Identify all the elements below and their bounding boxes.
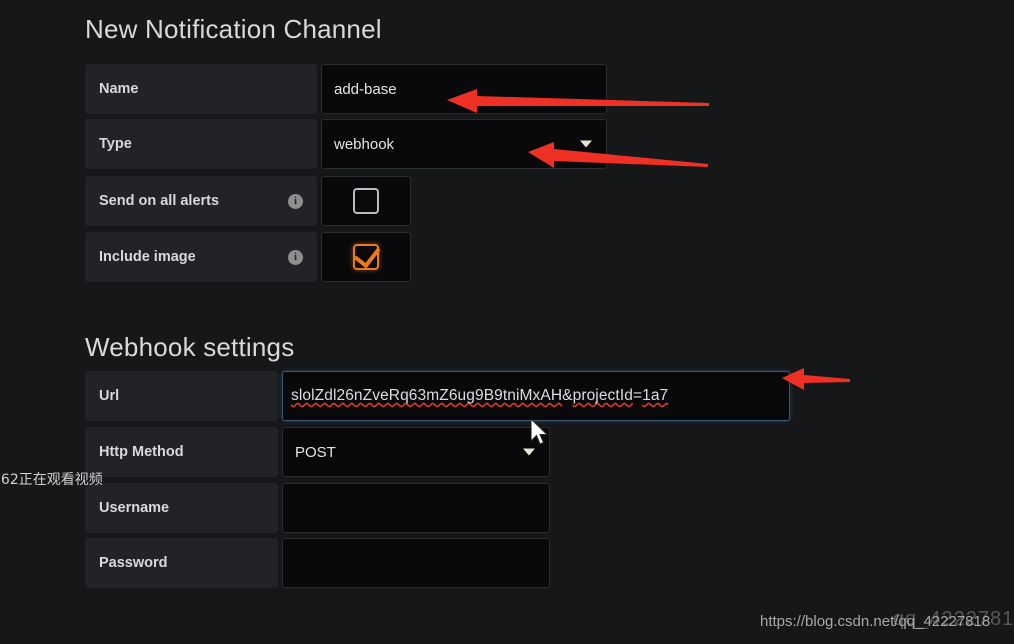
input-password[interactable]: [282, 538, 550, 588]
label-username: Username: [85, 483, 278, 533]
page-title: New Notification Channel: [85, 14, 382, 44]
input-username[interactable]: [282, 483, 550, 533]
url-segment: =: [632, 387, 643, 404]
select-type[interactable]: webhook: [321, 119, 607, 169]
label-include-image: Include image i: [85, 232, 317, 282]
label-http-method-text: Http Method: [99, 444, 184, 460]
url-segment: projectId: [572, 387, 633, 404]
mouse-pointer-icon: [531, 419, 549, 445]
info-icon-send-on-all-alerts[interactable]: i: [288, 193, 303, 209]
label-url-text: Url: [99, 388, 120, 404]
checkbox-cell-include-image[interactable]: [321, 232, 411, 282]
form-row-username: Username: [85, 483, 550, 533]
label-url: Url: [85, 371, 278, 421]
url-segment: slolZdl26nZveRq63mZ6ug9B9tniMxAH: [291, 387, 563, 404]
input-name[interactable]: add-base: [321, 64, 607, 114]
form-row-name: Name add-base: [85, 64, 607, 114]
viewer-count-overlay: 562正在观看视频: [0, 472, 103, 488]
checkbox-cell-send-on-all-alerts[interactable]: [321, 176, 411, 226]
info-icon-include-image[interactable]: i: [288, 249, 303, 265]
select-http-method-value: POST: [295, 443, 336, 461]
chevron-down-icon[interactable]: [523, 448, 535, 456]
label-type: Type: [85, 119, 317, 169]
label-send-on-all-alerts-text: Send on all alerts: [99, 193, 220, 209]
checkbox-unchecked-icon[interactable]: [353, 188, 379, 214]
label-username-text: Username: [99, 500, 170, 516]
url-segment: &: [562, 387, 573, 404]
checkbox-checked-icon[interactable]: [353, 240, 381, 270]
arrow-to-url-field: [782, 368, 850, 390]
label-name-text: Name: [99, 81, 139, 97]
label-password-text: Password: [99, 555, 168, 571]
label-include-image-text: Include image: [99, 249, 196, 265]
input-name-value: add-base: [334, 80, 397, 98]
form-row-include-image: Include image i: [85, 232, 411, 282]
input-url[interactable]: slolZdl26nZveRq63mZ6ug9B9tniMxAH&project…: [282, 371, 790, 421]
checkmark-icon: [353, 240, 381, 269]
app-background: New Notification Channel Name add-base T…: [0, 0, 1014, 644]
chevron-down-icon[interactable]: [580, 140, 592, 148]
watermark-url: https://blog.csdn.net/qq_42227818: [760, 613, 991, 630]
form-row-type: Type webhook: [85, 119, 607, 169]
label-name: Name: [85, 64, 317, 114]
input-url-value: slolZdl26nZveRq63mZ6ug9B9tniMxAH&project…: [291, 387, 668, 405]
label-type-text: Type: [99, 136, 132, 152]
section-title-webhook-settings: Webhook settings: [85, 332, 295, 362]
form-row-send-on-all-alerts: Send on all alerts i: [85, 176, 411, 226]
form-row-password: Password: [85, 538, 550, 588]
form-row-url: Url slolZdl26nZveRq63mZ6ug9B9tniMxAH&pro…: [85, 371, 790, 421]
select-type-value: webhook: [334, 135, 395, 153]
form-row-http-method: Http Method POST: [85, 427, 550, 477]
label-send-on-all-alerts: Send on all alerts i: [85, 176, 317, 226]
label-http-method: Http Method: [85, 427, 278, 477]
label-password: Password: [85, 538, 278, 588]
url-segment: 1a7: [642, 387, 669, 404]
select-http-method[interactable]: POST: [282, 427, 550, 477]
